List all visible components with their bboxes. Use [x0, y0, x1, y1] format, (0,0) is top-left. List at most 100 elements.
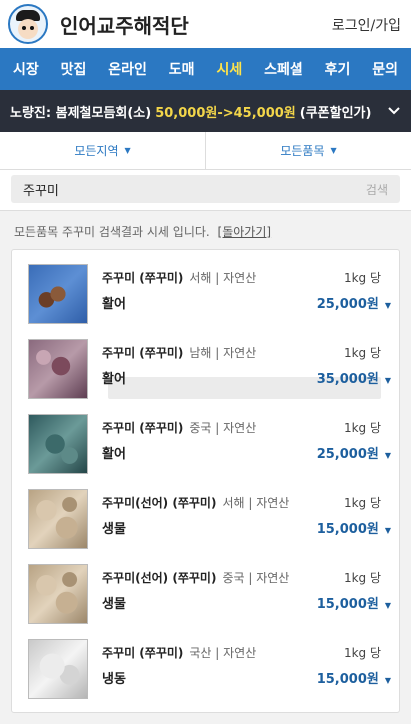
product-filter-label: 모든품목 — [280, 144, 325, 158]
item-price: 35,000원 — [316, 371, 379, 387]
nav-item-online[interactable]: 온라인 — [106, 59, 149, 79]
chevron-down-icon[interactable] — [385, 102, 403, 120]
list-item[interactable]: 주꾸미(선어) (쭈꾸미) 중국 | 자연산 생물 1kg 당 15,000원 ▼ — [12, 556, 399, 631]
list-item[interactable]: 주꾸미 (쭈꾸미) 중국 | 자연산 활어 1kg 당 25,000원 ▼ — [12, 406, 399, 481]
site-logo-text[interactable]: 인어교주해적단 — [60, 10, 189, 39]
nav-item-wholesale[interactable]: 도매 — [167, 59, 197, 79]
product-thumbnail — [28, 263, 88, 324]
item-origin: 중국 | 자연산 — [222, 570, 290, 585]
item-price-dropdown[interactable]: 35,000원 ▼ — [317, 368, 391, 387]
product-thumbnail — [28, 488, 88, 549]
price-list: 주꾸미 (쭈꾸미) 서해 | 자연산 활어 1kg 당 25,000원 ▼ 주꾸미 … — [11, 249, 400, 713]
nav-item-market[interactable]: 시장 — [11, 59, 41, 79]
item-info: 주꾸미 (쭈꾸미) 남해 | 자연산 활어 1kg 당 35,000원 ▼ — [102, 339, 391, 399]
result-info-text: 모든품목 주꾸미 검색결과 시세 입니다. — [14, 225, 210, 239]
item-info: 주꾸미 (쭈꾸미) 국산 | 자연산 냉동 1kg 당 15,000원 ▼ — [102, 639, 391, 699]
item-name: 주꾸미(선어) (쭈꾸미) — [102, 570, 217, 585]
item-name-line: 주꾸미 (쭈꾸미) 남해 | 자연산 — [102, 344, 256, 361]
list-item[interactable]: 주꾸미(선어) (쭈꾸미) 서해 | 자연산 생물 1kg 당 15,000원 ▼ — [12, 481, 399, 556]
item-state: 냉동 — [102, 671, 126, 687]
item-price-dropdown[interactable]: 25,000원 ▼ — [317, 293, 391, 312]
item-name: 주꾸미 (쭈꾸미) — [102, 345, 184, 360]
banner-tail: (쿠폰할인가) — [299, 105, 372, 121]
product-thumbnail — [28, 638, 88, 699]
result-info: 모든품목 주꾸미 검색결과 시세 입니다. [돌아가기] — [0, 211, 411, 249]
item-price: 25,000원 — [316, 296, 379, 312]
item-origin: 서해 | 자연산 — [222, 495, 290, 510]
item-origin: 남해 | 자연산 — [189, 345, 257, 360]
region-filter[interactable]: 모든지역 ▼ — [0, 132, 205, 169]
caret-down-icon: ▼ — [384, 450, 391, 460]
auth-links[interactable]: 로그인/가입 — [332, 15, 401, 35]
caret-down-icon: ▼ — [124, 146, 131, 155]
logo-icon[interactable] — [8, 4, 48, 44]
item-state: 활어 — [102, 371, 126, 387]
product-thumbnail — [28, 413, 88, 474]
item-unit: 1kg 당 — [343, 270, 381, 285]
list-item[interactable]: 주꾸미 (쭈꾸미) 국산 | 자연산 냉동 1kg 당 15,000원 ▼ — [12, 631, 399, 706]
item-name: 주꾸미 (쭈꾸미) — [102, 645, 184, 660]
caret-down-icon: ▼ — [384, 600, 391, 610]
item-unit: 1kg 당 — [343, 420, 381, 435]
caret-down-icon: ▼ — [330, 146, 337, 155]
item-name-line: 주꾸미 (쭈꾸미) 서해 | 자연산 — [102, 269, 256, 286]
item-info: 주꾸미 (쭈꾸미) 서해 | 자연산 활어 1kg 당 25,000원 ▼ — [102, 264, 391, 324]
caret-down-icon: ▼ — [384, 525, 391, 535]
item-name-line: 주꾸미 (쭈꾸미) 국산 | 자연산 — [102, 644, 256, 661]
caret-down-icon: ▼ — [384, 375, 391, 385]
item-state: 활어 — [102, 446, 126, 462]
back-link[interactable]: [돌아가기] — [218, 225, 272, 239]
region-filter-label: 모든지역 — [74, 144, 119, 158]
item-unit: 1kg 당 — [343, 495, 381, 510]
nav-item-reviews[interactable]: 후기 — [323, 59, 353, 79]
product-thumbnail — [28, 338, 88, 399]
login-signup-link[interactable]: 로그인/가입 — [332, 18, 401, 34]
search-area: 검색 — [0, 170, 411, 211]
promo-banner[interactable]: 노량진: 봄제철모듬회(소) 50,000원->45,000원 (쿠폰할인가) — [0, 90, 411, 132]
item-name: 주꾸미(선어) (쭈꾸미) — [102, 495, 217, 510]
item-price: 15,000원 — [316, 671, 379, 687]
nav-item-inquiry[interactable]: 문의 — [370, 59, 400, 79]
item-info: 주꾸미(선어) (쭈꾸미) 중국 | 자연산 생물 1kg 당 15,000원 ▼ — [102, 564, 391, 624]
item-price-dropdown[interactable]: 25,000원 ▼ — [317, 443, 391, 462]
item-info: 주꾸미(선어) (쭈꾸미) 서해 | 자연산 생물 1kg 당 15,000원 ▼ — [102, 489, 391, 549]
item-price: 25,000원 — [316, 446, 379, 462]
banner-price-change: 50,000원->45,000원 — [155, 105, 296, 121]
item-name-line: 주꾸미(선어) (쭈꾸미) 중국 | 자연산 — [102, 569, 289, 586]
item-price: 15,000원 — [316, 596, 379, 612]
item-unit: 1kg 당 — [343, 570, 381, 585]
list-item[interactable]: 주꾸미 (쭈꾸미) 남해 | 자연산 활어 1kg 당 35,000원 ▼ — [12, 331, 399, 406]
banner-lead: 노량진: 봄제철모듬회(소) — [10, 105, 152, 121]
item-name-line: 주꾸미 (쭈꾸미) 중국 | 자연산 — [102, 419, 256, 436]
nav-item-price[interactable]: 시세 — [214, 59, 244, 79]
item-name: 주꾸미 (쭈꾸미) — [102, 420, 184, 435]
item-name-line: 주꾸미(선어) (쭈꾸미) 서해 | 자연산 — [102, 494, 289, 511]
item-origin: 중국 | 자연산 — [189, 420, 257, 435]
item-price-dropdown[interactable]: 15,000원 ▼ — [317, 518, 391, 537]
item-origin: 서해 | 자연산 — [189, 270, 257, 285]
filter-bar: 모든지역 ▼ 모든품목 ▼ — [0, 132, 411, 170]
caret-down-icon: ▼ — [384, 675, 391, 685]
item-price-dropdown[interactable]: 15,000원 ▼ — [317, 668, 391, 687]
item-unit: 1kg 당 — [343, 345, 381, 360]
product-thumbnail — [28, 563, 88, 624]
item-state: 생물 — [102, 521, 126, 537]
item-state: 활어 — [102, 296, 126, 312]
item-price-dropdown[interactable]: 15,000원 ▼ — [317, 593, 391, 612]
search-button[interactable]: 검색 — [366, 181, 388, 198]
item-state: 생물 — [102, 596, 126, 612]
product-filter[interactable]: 모든품목 ▼ — [205, 132, 411, 169]
header: 인어교주해적단 로그인/가입 — [0, 0, 411, 48]
item-origin: 국산 | 자연산 — [189, 645, 257, 660]
item-price: 15,000원 — [316, 521, 379, 537]
list-item[interactable]: 주꾸미 (쭈꾸미) 서해 | 자연산 활어 1kg 당 25,000원 ▼ — [12, 256, 399, 331]
item-name: 주꾸미 (쭈꾸미) — [102, 270, 184, 285]
main-nav: 시장 맛집 온라인 도매 시세 스페셜 후기 문의 — [0, 48, 411, 90]
nav-item-special[interactable]: 스페셜 — [262, 59, 305, 79]
nav-item-restaurant[interactable]: 맛집 — [59, 59, 89, 79]
search-input[interactable] — [23, 181, 283, 197]
search-box: 검색 — [11, 175, 400, 203]
item-unit: 1kg 당 — [343, 645, 381, 660]
caret-down-icon: ▼ — [384, 300, 391, 310]
item-info: 주꾸미 (쭈꾸미) 중국 | 자연산 활어 1kg 당 25,000원 ▼ — [102, 414, 391, 474]
